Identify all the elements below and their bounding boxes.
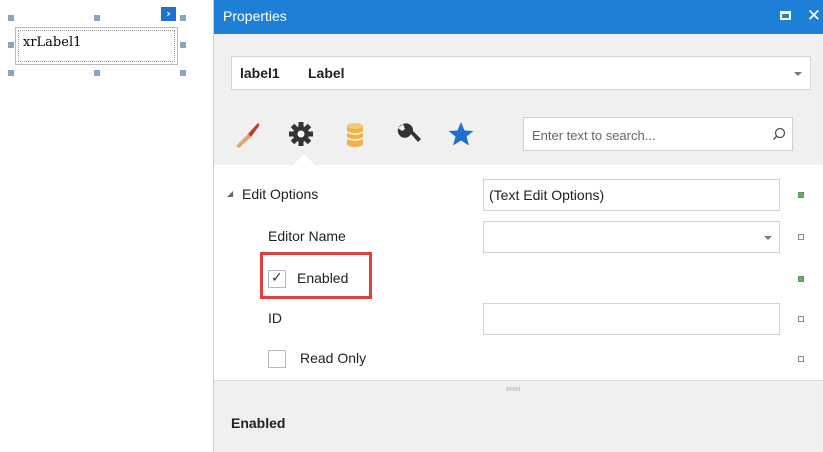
resize-handle-right[interactable] [180,42,186,48]
property-label: Editor Name [268,228,346,244]
selected-object-type: Label [308,65,345,81]
design-label-control[interactable]: xrLabel1 [15,27,178,65]
property-label: Read Only [300,350,367,366]
resize-handle-bottom-right[interactable] [180,70,186,76]
close-icon[interactable]: ✕ [807,6,821,26]
brush-icon [236,123,260,148]
property-default-marker [798,234,804,240]
highlight-box [260,252,372,299]
expand-collapse-icon[interactable]: ◢ [227,189,233,198]
property-label: ID [268,310,282,326]
database-icon [346,123,364,147]
properties-panel: Properties ✕ label1 Label Enter text to … [213,0,823,452]
search-icon[interactable] [772,127,786,141]
chevron-down-icon [764,236,772,240]
edit-options-value-text: (Text Edit Options) [489,187,605,203]
chevron-right-icon: › [166,7,171,20]
tab-behavior[interactable] [284,117,318,151]
object-selector-dropdown[interactable]: label1 Label [231,56,811,90]
read-only-checkbox[interactable] [268,350,286,368]
selected-object-name: label1 [240,65,280,81]
property-row-id[interactable]: ID [214,301,823,341]
resize-handle-top[interactable] [94,15,100,21]
star-icon [448,122,474,146]
panel-title-bar[interactable]: Properties ✕ [214,0,823,34]
category-label: Edit Options [242,186,319,202]
description-pane: Enabled [214,396,823,452]
tab-data[interactable] [338,117,372,151]
description-title: Enabled [231,415,286,431]
property-modified-marker [798,192,804,198]
property-default-marker [798,356,804,362]
panel-title: Properties [223,8,287,24]
chevron-down-icon [794,72,802,76]
resize-handle-top-right[interactable] [180,15,186,21]
property-modified-marker [798,276,804,282]
id-field[interactable] [483,303,780,335]
tab-favorites[interactable] [444,117,478,151]
property-search-box[interactable] [523,117,793,151]
resize-handle-top-left[interactable] [8,15,14,21]
resize-handle-bottom-left[interactable] [8,70,14,76]
gear-icon [289,122,313,146]
smart-tag-button[interactable]: › [161,7,176,21]
wrench-icon [397,123,421,142]
property-row-read-only[interactable]: Read Only [214,341,823,381]
resize-handle-bottom[interactable] [94,70,100,76]
tab-appearance[interactable] [231,117,265,151]
editor-name-dropdown[interactable] [483,221,780,253]
edit-options-value[interactable]: (Text Edit Options) [483,179,780,211]
category-row-edit-options[interactable]: ◢ Edit Options (Text Edit Options) [214,177,823,217]
search-input[interactable] [530,125,764,145]
property-default-marker [798,316,804,322]
resize-handle-left[interactable] [8,42,14,48]
grip-icon [506,387,520,391]
maximize-icon[interactable] [780,11,791,20]
description-splitter[interactable] [214,380,823,397]
active-tab-indicator [293,154,315,165]
tab-tools[interactable] [392,117,426,151]
design-label-text: xrLabel1 [23,35,82,50]
